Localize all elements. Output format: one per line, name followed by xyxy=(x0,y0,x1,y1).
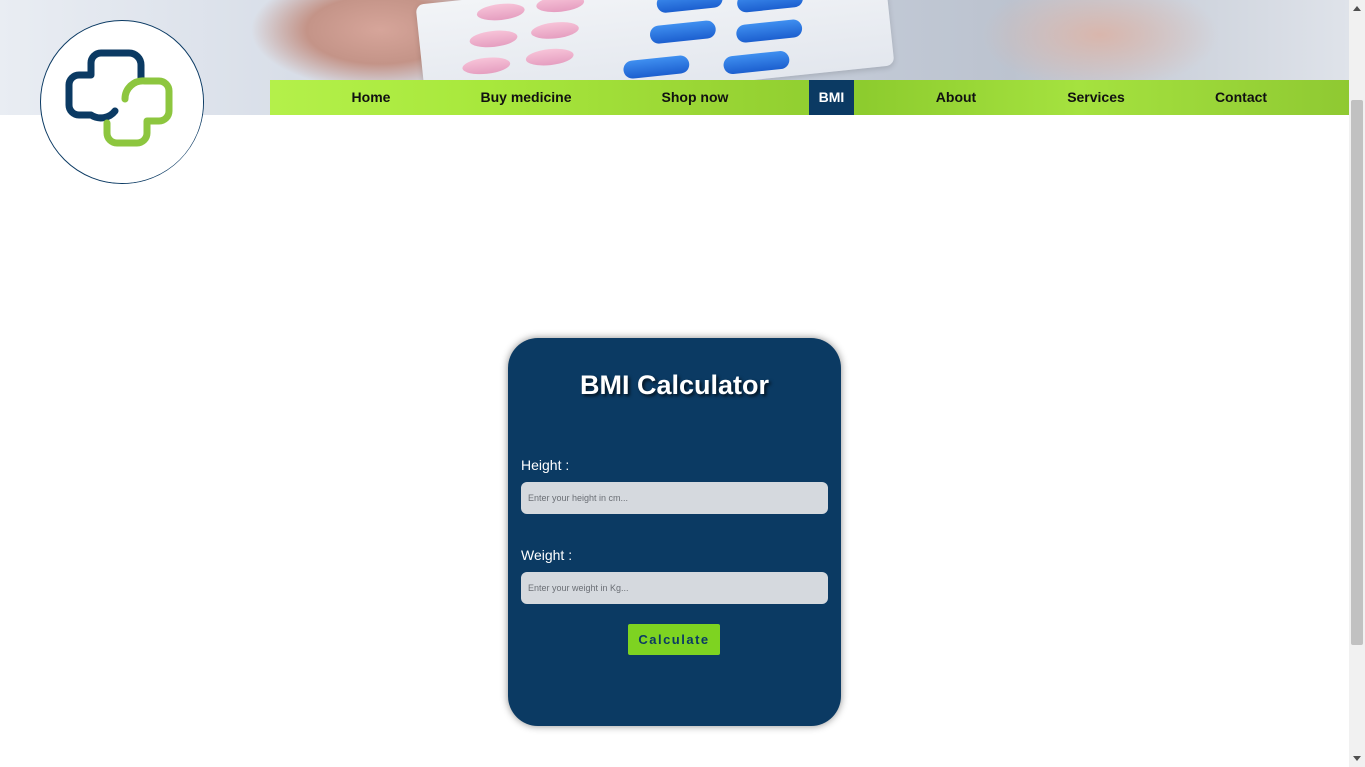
bmi-calculator-card: BMI Calculator Height : Weight : Calcula… xyxy=(508,338,841,726)
weight-label: Weight : xyxy=(521,547,573,563)
pink-pill xyxy=(530,19,580,41)
pink-pill xyxy=(461,55,512,77)
nav-item-shop-now[interactable]: Shop now xyxy=(652,80,738,115)
arrow-down-icon[interactable] xyxy=(1353,756,1361,761)
nav-item-home[interactable]: Home xyxy=(335,80,407,115)
page-scrollbar[interactable] xyxy=(1349,0,1365,767)
pink-pill xyxy=(476,1,526,23)
nav-item-about[interactable]: About xyxy=(925,80,987,115)
banner-hand-blur-right xyxy=(980,0,1220,90)
bmi-title: BMI Calculator xyxy=(579,370,770,400)
medical-cross-logo-icon xyxy=(43,23,203,183)
height-label: Height : xyxy=(521,457,570,473)
weight-input[interactable] xyxy=(521,572,828,604)
blue-pill xyxy=(655,0,724,14)
nav-item-contact[interactable]: Contact xyxy=(1206,80,1276,115)
blue-pill xyxy=(736,0,804,14)
height-input[interactable] xyxy=(521,482,828,514)
blue-pill xyxy=(722,50,791,75)
scrollbar-thumb[interactable] xyxy=(1351,100,1363,645)
blue-pill xyxy=(649,19,717,45)
arrow-up-icon[interactable] xyxy=(1353,6,1361,11)
pink-pill xyxy=(468,28,519,50)
pink-pill xyxy=(525,46,575,68)
nav-item-bmi[interactable]: BMI xyxy=(809,80,854,115)
nav-item-buy-medicine[interactable]: Buy medicine xyxy=(473,80,579,115)
blue-pill xyxy=(622,54,691,80)
nav-item-services[interactable]: Services xyxy=(1057,80,1135,115)
blue-pill xyxy=(735,18,803,44)
main-nav: Home Buy medicine Shop now BMI About Ser… xyxy=(270,80,1349,115)
page: Home Buy medicine Shop now BMI About Ser… xyxy=(0,0,1365,767)
site-logo[interactable] xyxy=(40,20,204,184)
pink-pill xyxy=(535,0,585,15)
calculate-button[interactable]: Calculate xyxy=(628,624,720,655)
